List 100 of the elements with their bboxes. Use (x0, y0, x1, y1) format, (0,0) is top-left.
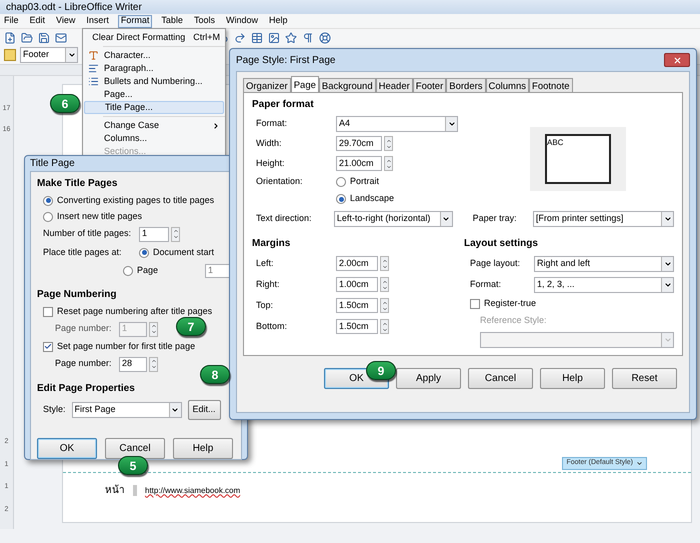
dialog-button[interactable]: Cancel (105, 438, 165, 459)
dropdown[interactable]: 1, 2, 3, ... (534, 276, 674, 292)
number-field[interactable]: 21.00cm (336, 156, 382, 171)
toolbar-icon[interactable] (319, 32, 331, 44)
section-heading: Paper format (252, 98, 315, 112)
menu-option[interactable]: Page... (84, 88, 224, 101)
tab[interactable]: Footnote (529, 78, 573, 93)
preview-text: ABC (547, 138, 564, 147)
dropdown[interactable]: A4 (336, 116, 458, 132)
tab[interactable]: Background (318, 78, 376, 93)
spin-buttons-icon[interactable] (384, 136, 393, 151)
radio-button[interactable] (43, 212, 53, 222)
toolbar-icon[interactable] (302, 32, 314, 44)
radio-button[interactable] (139, 248, 149, 258)
spin-buttons-icon[interactable] (149, 356, 158, 372)
field-label: Paper tray: (472, 212, 518, 226)
spin-buttons-icon[interactable] (380, 298, 389, 313)
dropdown[interactable]: Footer (20, 47, 78, 63)
toolbar-icon[interactable] (285, 32, 297, 44)
radio-label: Converting existing pages to title pages (57, 194, 214, 207)
dialog-button[interactable]: Help (540, 368, 605, 389)
number-field[interactable]: 1.50cm (336, 298, 378, 313)
edit-button[interactable]: Edit... (188, 400, 221, 420)
dropdown[interactable]: Left-to-right (horizontal) (334, 211, 453, 227)
number-field[interactable]: 29.70cm (336, 136, 382, 151)
page-number-field (133, 485, 137, 496)
spin-buttons-icon[interactable] (380, 319, 389, 334)
menu-item[interactable]: Table (159, 14, 185, 28)
dropdown[interactable]: Right and left (534, 256, 674, 272)
dropdown[interactable]: First Page (72, 402, 182, 418)
menu-option[interactable]: Paragraph... (84, 62, 224, 75)
menu-item[interactable]: File (2, 14, 21, 28)
dialog-button[interactable]: Apply (396, 368, 461, 389)
menu-item[interactable]: Help (266, 14, 290, 28)
field-label: Page layout: (470, 256, 522, 270)
tab[interactable]: Columns (486, 78, 530, 93)
field-label: Height: (256, 156, 286, 170)
checkbox[interactable] (43, 342, 53, 352)
tab[interactable]: Header (376, 78, 413, 93)
menu-option-label: Page... (104, 88, 134, 101)
number-field[interactable]: 28 (119, 356, 147, 372)
dialog-button[interactable]: Cancel (468, 368, 533, 389)
dialog-button[interactable]: OK (37, 438, 97, 459)
footer-link[interactable]: http://www.siamebook.com (145, 484, 240, 496)
toolbar-icon[interactable] (55, 32, 67, 44)
menu-option[interactable]: Change Case (84, 119, 224, 132)
dialog-button[interactable]: Help (173, 438, 233, 459)
spin-buttons-icon[interactable] (380, 277, 389, 292)
field-label: Left: (256, 256, 275, 270)
menu-item[interactable]: Tools (192, 14, 217, 28)
tab[interactable]: Borders (446, 78, 486, 93)
spin-buttons-icon[interactable] (171, 226, 180, 242)
close-button[interactable] (664, 53, 690, 67)
menu-option[interactable]: Title Page... (84, 101, 224, 114)
tab[interactable]: Footer (412, 78, 446, 93)
number-field[interactable]: 1.50cm (336, 319, 378, 334)
toolbar-icon[interactable] (21, 32, 33, 44)
number-field[interactable]: 1.00cm (336, 277, 378, 292)
radio-button[interactable] (123, 266, 133, 276)
menu-option[interactable]: Clear Direct Formatting Ctrl+M (84, 31, 224, 44)
menu-item[interactable]: Edit (28, 14, 48, 28)
menu-item[interactable]: Insert (84, 14, 111, 28)
toolbar-icon[interactable] (251, 32, 263, 44)
field-label: Text direction: (256, 212, 313, 226)
field-label: Right: (256, 278, 281, 291)
dropdown[interactable]: [From printer settings] (532, 211, 674, 227)
spin-buttons-icon[interactable] (380, 256, 389, 271)
section-heading: Margins (252, 237, 292, 251)
shortcut-label: Ctrl+M (193, 30, 220, 44)
checkbox[interactable] (470, 298, 480, 308)
spin-buttons-icon[interactable] (384, 156, 393, 171)
section-heading: Layout settings (464, 237, 539, 251)
menu-item[interactable]: View (54, 14, 78, 28)
tab[interactable]: Organizer (243, 78, 291, 93)
spin-buttons-icon[interactable] (149, 322, 158, 336)
window-title: chap03.odt - LibreOffice Writer (6, 0, 142, 14)
menu-option[interactable]: Columns... (84, 132, 224, 145)
radio-button[interactable] (43, 196, 53, 206)
radio-button[interactable] (336, 177, 346, 187)
field-label: Orientation: (256, 176, 303, 186)
menu-option[interactable]: Bullets and Numbering... (84, 75, 224, 88)
checkbox-label: Register-true (484, 296, 536, 310)
menu-item[interactable]: Format (118, 14, 152, 28)
radio-label: Portrait (350, 175, 380, 188)
field-label: Width: (256, 136, 283, 150)
number-field[interactable]: 1 (139, 226, 169, 242)
close-icon[interactable] (672, 56, 682, 64)
toolbar-icon[interactable] (38, 32, 50, 44)
menu-item[interactable]: Window (224, 14, 260, 28)
number-field[interactable]: 2.00cm (336, 256, 378, 271)
toolbar-icon[interactable] (4, 32, 16, 44)
radio-button[interactable] (336, 194, 346, 204)
radio-label: Document start (153, 246, 216, 259)
tab[interactable]: Page (290, 76, 319, 93)
field-label: Format: (470, 278, 502, 291)
menu-option-label: Change Case (104, 118, 160, 132)
dialog-button[interactable]: Reset (612, 368, 677, 389)
menu-option[interactable]: Character... (84, 49, 224, 62)
toolbar-icon[interactable] (268, 32, 280, 44)
toolbar-icon[interactable] (234, 32, 246, 44)
